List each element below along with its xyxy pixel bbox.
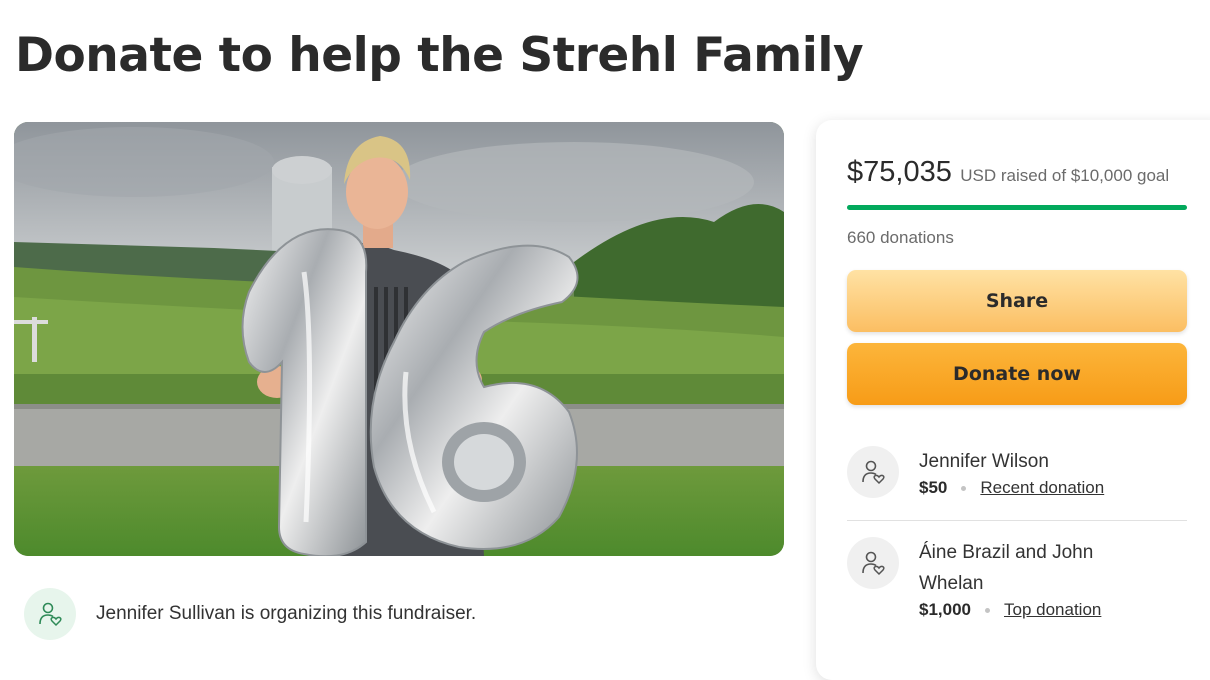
donor-avatar: [847, 537, 899, 589]
donor-avatar: [847, 446, 899, 498]
divider: [847, 520, 1187, 521]
donor-name: Áine Brazil and John Whelan: [919, 542, 1094, 594]
photo-teen-with-16-balloons: [14, 122, 784, 556]
donation-item[interactable]: Jennifer Wilson $50 Recent donation: [847, 446, 1139, 498]
organizer-text: Jennifer Sullivan is organizing this fun…: [96, 603, 477, 624]
share-button[interactable]: Share: [847, 270, 1187, 332]
donation-count: 660 donations: [847, 228, 954, 247]
separator-dot: [961, 485, 967, 491]
organizer-row: Jennifer Sullivan is organizing this fun…: [24, 588, 476, 640]
person-heart-icon: [862, 460, 885, 485]
raised-amount: $75,035: [847, 156, 952, 188]
donate-now-button[interactable]: Donate now: [847, 343, 1187, 405]
donation-panel: $75,035 USD raised of $10,000 goal 660 d…: [816, 120, 1210, 680]
donation-amount: $50: [919, 478, 948, 497]
raised-summary: $75,035 USD raised of $10,000 goal: [847, 156, 1169, 189]
donation-item[interactable]: Áine Brazil and John Whelan $1,000 Top d…: [847, 537, 1139, 620]
progress-fill: [847, 205, 1187, 210]
top-donation-link[interactable]: Top donation: [1004, 600, 1101, 620]
donation-amount: $1,000: [919, 600, 971, 619]
raised-goal-text: USD raised of $10,000 goal: [960, 166, 1170, 185]
person-heart-icon: [39, 602, 62, 627]
separator-dot: [985, 607, 990, 613]
person-heart-icon: [862, 551, 885, 576]
organizer-avatar: [24, 588, 76, 640]
recent-donation-link[interactable]: Recent donation: [980, 478, 1104, 498]
donor-name: Jennifer Wilson: [919, 451, 1049, 472]
progress-bar: [847, 205, 1187, 210]
page-title: Donate to help the Strehl Family: [15, 28, 864, 83]
fundraiser-photo[interactable]: [14, 122, 784, 556]
